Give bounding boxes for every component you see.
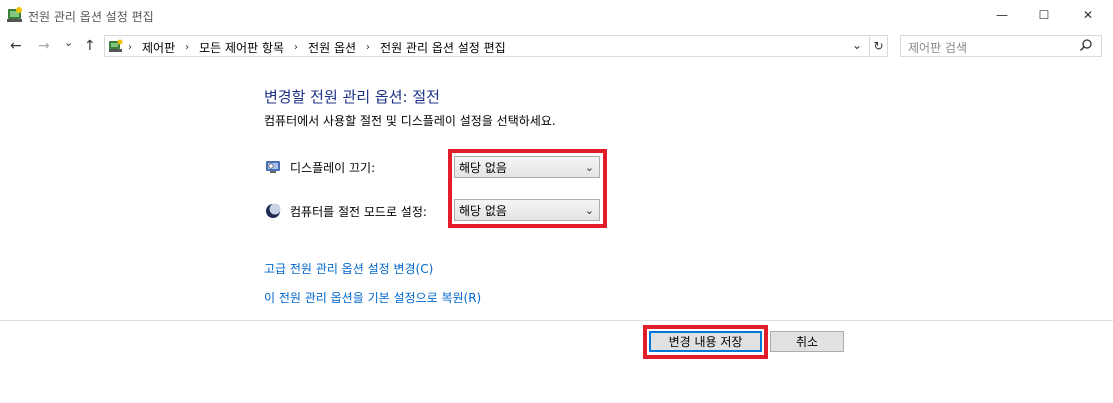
power-options-small-icon	[109, 39, 123, 52]
up-arrow-icon[interactable]: ↑	[84, 38, 96, 54]
search-icon[interactable]	[1079, 38, 1093, 52]
divider	[0, 320, 1113, 321]
forward-arrow-icon[interactable]: →	[38, 38, 50, 54]
display-icon	[266, 161, 280, 173]
sleep-moon-icon	[266, 203, 281, 218]
title-bar	[0, 0, 1113, 30]
close-icon: ✕	[1082, 8, 1094, 22]
refresh-button[interactable]: ↻	[870, 35, 888, 57]
sleep-select[interactable]: 해당 없음 ⌄	[454, 199, 600, 221]
breadcrumb-item[interactable]: 전원 관리 옵션 설정 편집	[380, 39, 506, 56]
breadcrumb-item[interactable]: 전원 옵션	[308, 39, 356, 56]
display-off-label: 디스플레이 끄기:	[290, 161, 376, 175]
breadcrumb-separator: ›	[294, 42, 299, 53]
breadcrumb-item[interactable]: 제어판	[142, 39, 175, 56]
search-input[interactable]: 제어판 검색	[908, 39, 967, 56]
close-button[interactable]: ✕	[1065, 0, 1111, 30]
sleep-label: 컴퓨터를 절전 모드로 설정:	[290, 205, 427, 219]
restore-defaults-link[interactable]: 이 전원 관리 옵션을 기본 설정으로 복원(R)	[264, 289, 481, 306]
chevron-down-icon: ⌄	[584, 160, 594, 174]
breadcrumb: › 제어판 › 모든 제어판 항목 › 전원 옵션 › 전원 관리 옵션 설정 …	[128, 39, 506, 56]
recent-locations-icon[interactable]: ⌄	[64, 36, 73, 49]
minimize-icon: —	[996, 8, 1008, 22]
display-off-select[interactable]: 해당 없음 ⌄	[454, 156, 600, 178]
window-title: 전원 관리 옵션 설정 편집	[28, 10, 154, 24]
display-off-value: 해당 없음	[459, 160, 507, 175]
back-arrow-icon[interactable]: ←	[10, 38, 22, 54]
refresh-icon: ↻	[873, 39, 884, 53]
breadcrumb-item[interactable]: 모든 제어판 항목	[199, 39, 284, 56]
breadcrumb-separator: ›	[128, 42, 132, 53]
advanced-settings-link[interactable]: 고급 전원 관리 옵션 설정 변경(C)	[264, 260, 433, 277]
cancel-button[interactable]: 취소	[770, 331, 844, 352]
breadcrumb-separator: ›	[366, 42, 371, 53]
minimize-button[interactable]: —	[979, 0, 1025, 30]
sleep-value: 해당 없음	[459, 203, 507, 218]
page-description: 컴퓨터에서 사용할 절전 및 디스플레이 설정을 선택하세요.	[264, 114, 556, 128]
chevron-down-icon: ⌄	[584, 203, 594, 217]
maximize-button[interactable]: ☐	[1021, 0, 1067, 30]
save-button[interactable]: 변경 내용 저장	[649, 331, 762, 352]
maximize-icon: ☐	[1038, 8, 1050, 22]
breadcrumb-separator: ›	[185, 42, 190, 53]
address-dropdown-icon[interactable]: ⌄	[852, 38, 862, 52]
page-heading: 변경할 전원 관리 옵션: 절전	[264, 88, 440, 106]
power-options-icon	[7, 7, 22, 22]
